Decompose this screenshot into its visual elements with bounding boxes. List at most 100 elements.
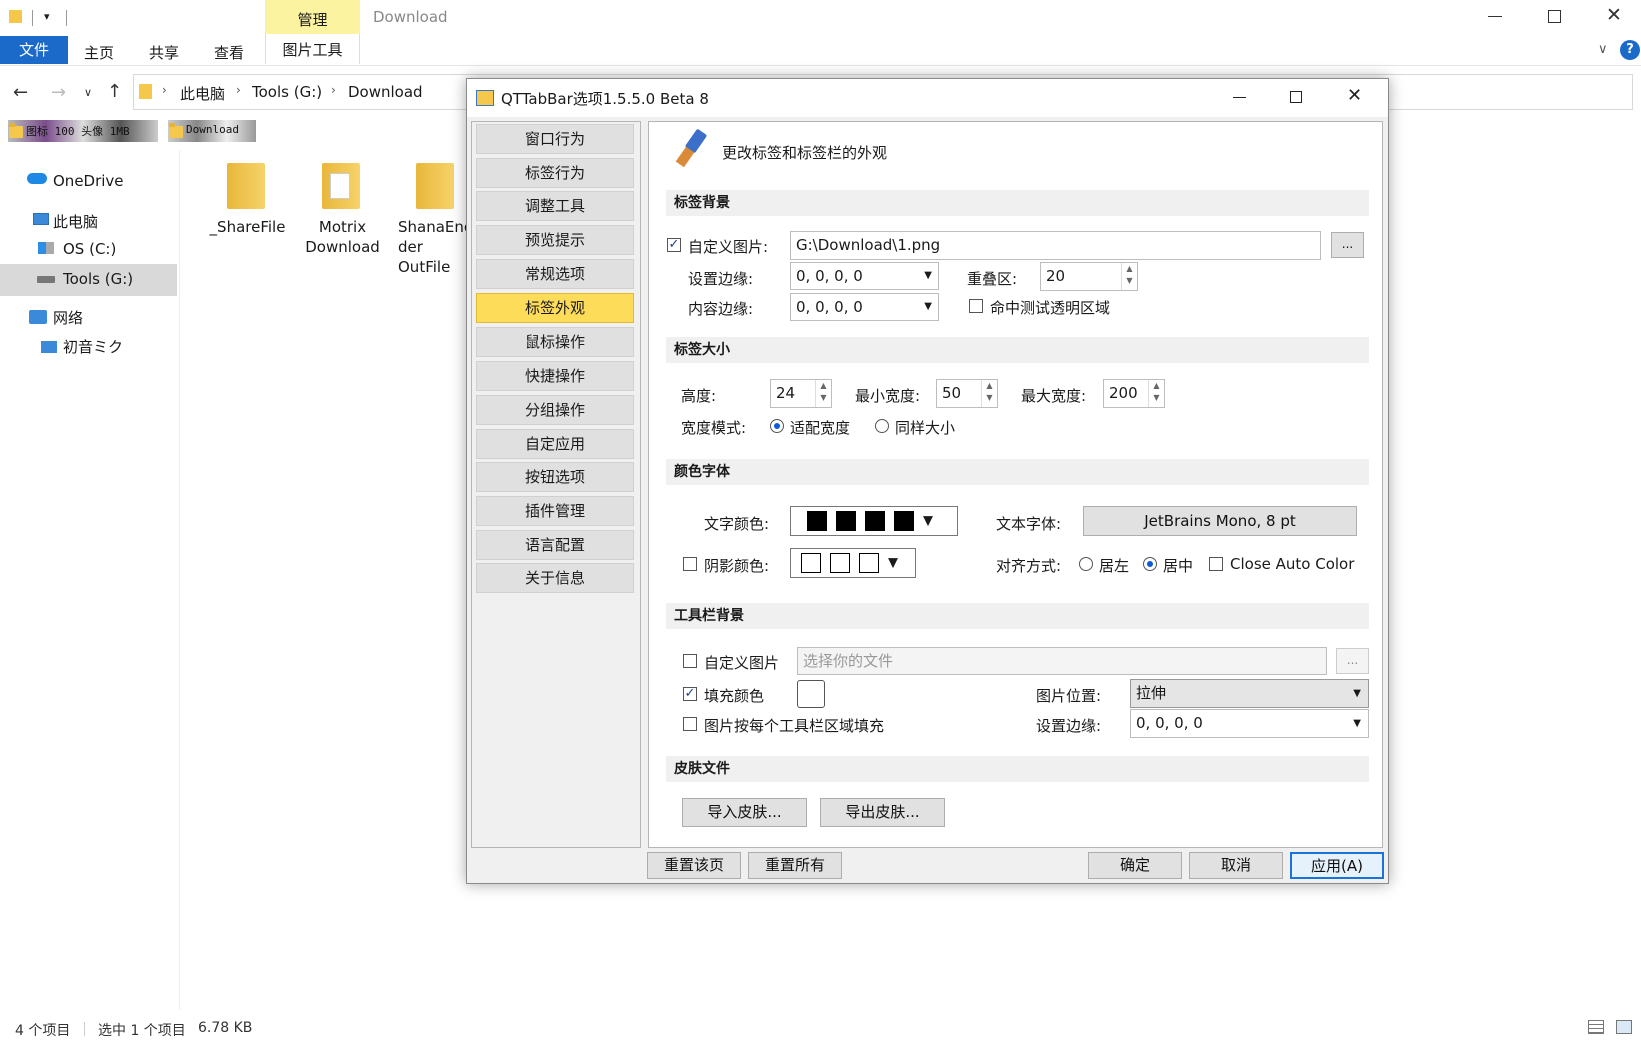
- dialog-close-icon[interactable]: ✕: [1347, 85, 1362, 106]
- reset-page-button[interactable]: 重置该页: [647, 852, 741, 879]
- image-position-select[interactable]: 拉伸 ▼: [1130, 679, 1369, 708]
- status-divider: [84, 1022, 85, 1036]
- spin-arrows-icon[interactable]: ▲ ▼: [1148, 380, 1164, 407]
- ribbon-tab-view[interactable]: 查看: [214, 42, 244, 63]
- context-tab-manage[interactable]: 管理: [265, 0, 360, 34]
- maximize-icon[interactable]: [1548, 10, 1561, 23]
- breadcrumb-thispc[interactable]: 此电脑: [180, 83, 225, 104]
- shadow-color-picker[interactable]: ▼: [790, 548, 916, 578]
- file-item[interactable]: ShanaEnc der OutFile: [392, 155, 472, 285]
- sidebar-item-thispc[interactable]: 此电脑: [53, 211, 98, 232]
- quick-access-folder-icon[interactable]: [9, 10, 22, 23]
- forward-arrow-icon[interactable]: →: [51, 82, 66, 103]
- content-margin-select[interactable]: 0, 0, 0, 0 ▼: [790, 293, 939, 321]
- custom-image-checkbox[interactable]: ✓: [667, 238, 681, 252]
- nav-tab-behavior[interactable]: 标签行为: [476, 158, 634, 188]
- ribbon-tab-share[interactable]: 共享: [149, 42, 179, 63]
- nav-tab-appearance[interactable]: 标签外观: [476, 293, 634, 323]
- file-item[interactable]: Motrix Download: [295, 155, 390, 265]
- shadow-color-checkbox[interactable]: [683, 557, 697, 571]
- sidebar-item-network[interactable]: 网络: [53, 307, 83, 328]
- hit-test-checkbox[interactable]: [969, 299, 983, 313]
- align-center-radio[interactable]: [1143, 557, 1157, 571]
- qat-divider: [32, 10, 33, 26]
- large-icons-view-icon[interactable]: [1616, 1020, 1632, 1034]
- back-arrow-icon[interactable]: ←: [13, 82, 28, 103]
- same-size-radio[interactable]: [875, 419, 889, 433]
- folder-icon: [416, 163, 454, 209]
- fill-color-swatch[interactable]: [797, 680, 825, 708]
- ribbon-tab-picture-tools[interactable]: 图片工具: [265, 34, 360, 64]
- nav-plugins[interactable]: 插件管理: [476, 496, 634, 526]
- dialog-maximize-icon[interactable]: [1290, 91, 1302, 103]
- breadcrumb-tools[interactable]: Tools (G:): [252, 83, 322, 101]
- max-width-stepper[interactable]: 200 ▲ ▼: [1103, 379, 1165, 408]
- status-size: 6.78 KB: [198, 1020, 253, 1036]
- height-stepper[interactable]: 24 ▲ ▼: [770, 379, 832, 408]
- browse-image-button[interactable]: ...: [1331, 232, 1364, 258]
- toolbar-image-path-input[interactable]: 选择你的文件: [797, 647, 1327, 675]
- apply-button[interactable]: 应用(A): [1290, 852, 1384, 879]
- ok-button[interactable]: 确定: [1088, 852, 1182, 879]
- spin-arrows-icon[interactable]: ▲ ▼: [815, 380, 831, 407]
- sidebar-item-toolsg[interactable]: Tools (G:): [63, 270, 133, 288]
- max-width-label: 最大宽度:: [1021, 387, 1087, 405]
- fit-width-radio[interactable]: [770, 419, 784, 433]
- nav-shortcut[interactable]: 快捷操作: [476, 361, 634, 391]
- up-arrow-icon[interactable]: ↑: [107, 81, 122, 102]
- toolbar-margin-label: 设置边缘:: [1036, 717, 1102, 735]
- ribbon-tab-file[interactable]: 文件: [0, 36, 68, 64]
- thispc-icon: [33, 213, 49, 225]
- dialog-minimize-icon[interactable]: [1233, 97, 1246, 98]
- spin-arrows-icon[interactable]: ▲ ▼: [981, 380, 997, 407]
- recent-dropdown-icon[interactable]: ∨: [84, 86, 92, 99]
- details-view-icon[interactable]: [1588, 1020, 1604, 1034]
- toolbar-browse-button[interactable]: ...: [1336, 648, 1369, 674]
- per-area-fill-checkbox[interactable]: [683, 717, 697, 731]
- text-color-label: 文字颜色:: [704, 515, 770, 533]
- nav-mouse[interactable]: 鼠标操作: [476, 327, 634, 357]
- dropdown-arrow-icon: ▼: [923, 513, 933, 529]
- sidebar-item-onedrive[interactable]: OneDrive: [53, 172, 124, 190]
- text-color-picker[interactable]: ▼: [790, 506, 958, 536]
- sidebar-item-host[interactable]: 初音ミク: [63, 336, 123, 357]
- cancel-button[interactable]: 取消: [1189, 852, 1283, 879]
- qttab-tab-1[interactable]: 图标 100 头像 1MB: [8, 120, 158, 142]
- margin-select[interactable]: 0, 0, 0, 0 ▼: [790, 262, 939, 290]
- close-icon[interactable]: ✕: [1606, 4, 1622, 26]
- dropdown-arrow-icon: ▼: [924, 270, 932, 281]
- nav-button-options[interactable]: 按钮选项: [476, 462, 634, 492]
- import-skin-button[interactable]: 导入皮肤...: [682, 798, 807, 827]
- breadcrumb-sep-icon: ›: [162, 83, 167, 97]
- ribbon-tab-home[interactable]: 主页: [84, 42, 114, 63]
- fill-color-checkbox[interactable]: ✓: [683, 687, 697, 701]
- align-center-label: 居中: [1163, 557, 1194, 575]
- sidebar-item-osc[interactable]: OS (C:): [63, 240, 116, 258]
- nav-custom-apps[interactable]: 自定应用: [476, 429, 634, 459]
- file-item[interactable]: _ShareFile: [200, 155, 295, 245]
- help-icon[interactable]: ?: [1620, 40, 1640, 60]
- close-auto-color-checkbox[interactable]: [1209, 557, 1223, 571]
- toolbar-margin-select[interactable]: 0, 0, 0, 0 ▼: [1130, 709, 1369, 738]
- nav-about[interactable]: 关于信息: [476, 563, 634, 593]
- font-select-button[interactable]: JetBrains Mono, 8 pt: [1083, 506, 1357, 536]
- nav-group[interactable]: 分组操作: [476, 395, 634, 425]
- qttab-folder-icon: [9, 123, 23, 138]
- nav-preview-tips[interactable]: 预览提示: [476, 225, 634, 255]
- reset-all-button[interactable]: 重置所有: [748, 852, 842, 879]
- nav-language[interactable]: 语言配置: [476, 530, 634, 560]
- align-left-radio[interactable]: [1079, 557, 1093, 571]
- ribbon-collapse-icon[interactable]: ∨: [1598, 42, 1608, 57]
- overlap-stepper[interactable]: 20 ▲ ▼: [1040, 262, 1138, 291]
- export-skin-button[interactable]: 导出皮肤...: [820, 798, 945, 827]
- nav-tweak-tools[interactable]: 调整工具: [476, 191, 634, 221]
- breadcrumb-download[interactable]: Download: [348, 83, 423, 101]
- custom-image-path-input[interactable]: G:\Download\1.png: [790, 231, 1321, 260]
- spin-arrows-icon[interactable]: ▲ ▼: [1121, 263, 1137, 290]
- min-width-stepper[interactable]: 50 ▲ ▼: [936, 379, 998, 408]
- nav-general[interactable]: 常规选项: [476, 259, 634, 289]
- nav-window-behavior[interactable]: 窗口行为: [476, 124, 634, 154]
- minimize-icon[interactable]: [1488, 16, 1502, 17]
- qat-dropdown-icon[interactable]: ▾: [44, 10, 50, 23]
- toolbar-custom-image-checkbox[interactable]: [683, 654, 697, 668]
